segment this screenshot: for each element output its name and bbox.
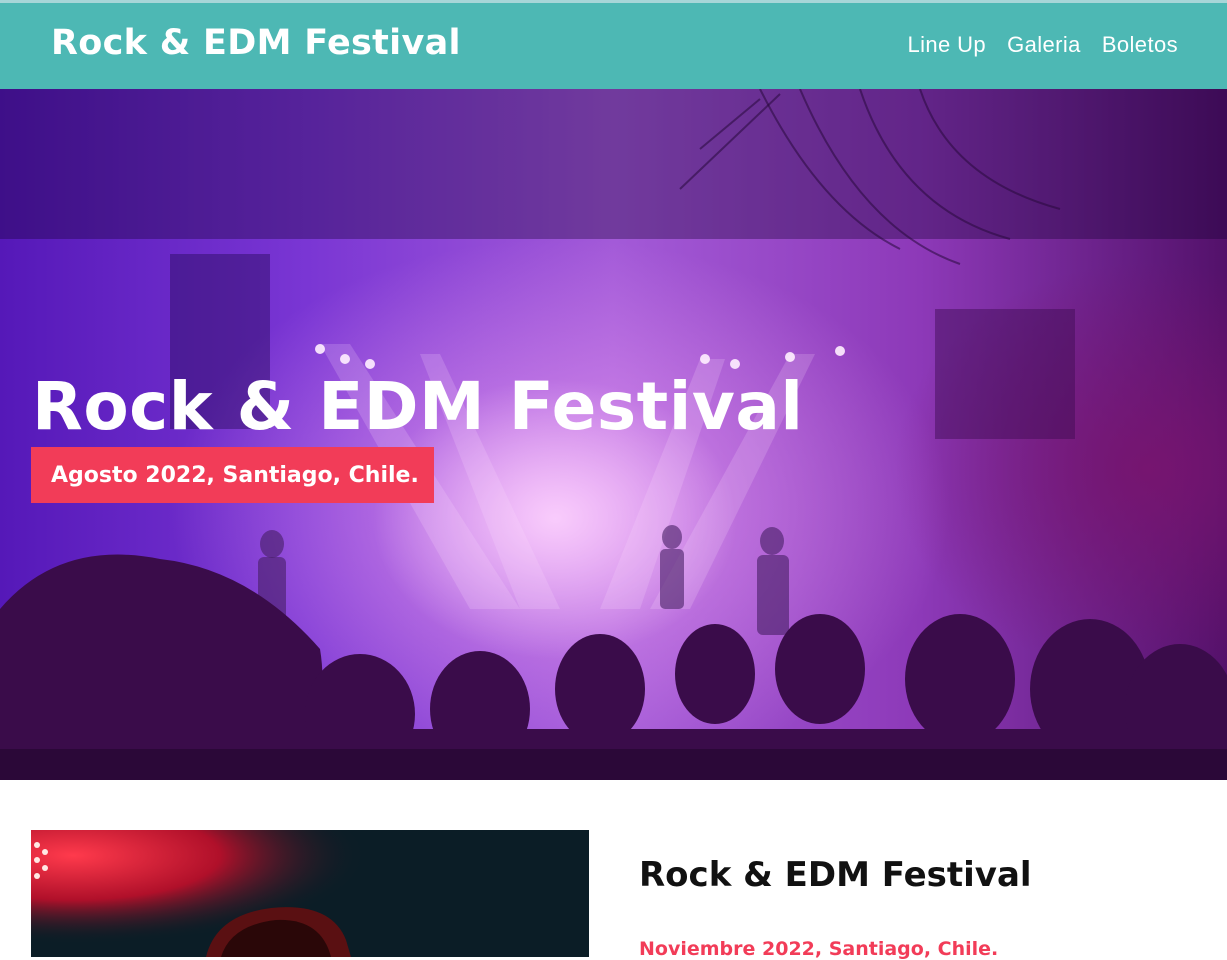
nav-link-galeria[interactable]: Galeria — [1007, 32, 1081, 58]
site-header: Rock & EDM Festival Line Up Galeria Bole… — [0, 0, 1227, 89]
performer-photo — [31, 830, 589, 957]
nav-link-boletos[interactable]: Boletos — [1102, 32, 1178, 58]
section-title: Rock & EDM Festival — [639, 855, 1032, 895]
hero-date-badge: Agosto 2022, Santiago, Chile. — [31, 447, 434, 503]
site-logo[interactable]: Rock & EDM Festival — [51, 23, 461, 63]
hero-section: Rock & EDM Festival Agosto 2022, Santiag… — [0, 89, 1227, 780]
nav-link-line-up[interactable]: Line Up — [907, 32, 986, 58]
hero-title: Rock & EDM Festival — [32, 368, 804, 445]
performer-photo-graphic — [31, 830, 589, 957]
main-nav: Line Up Galeria Boletos — [907, 32, 1178, 58]
